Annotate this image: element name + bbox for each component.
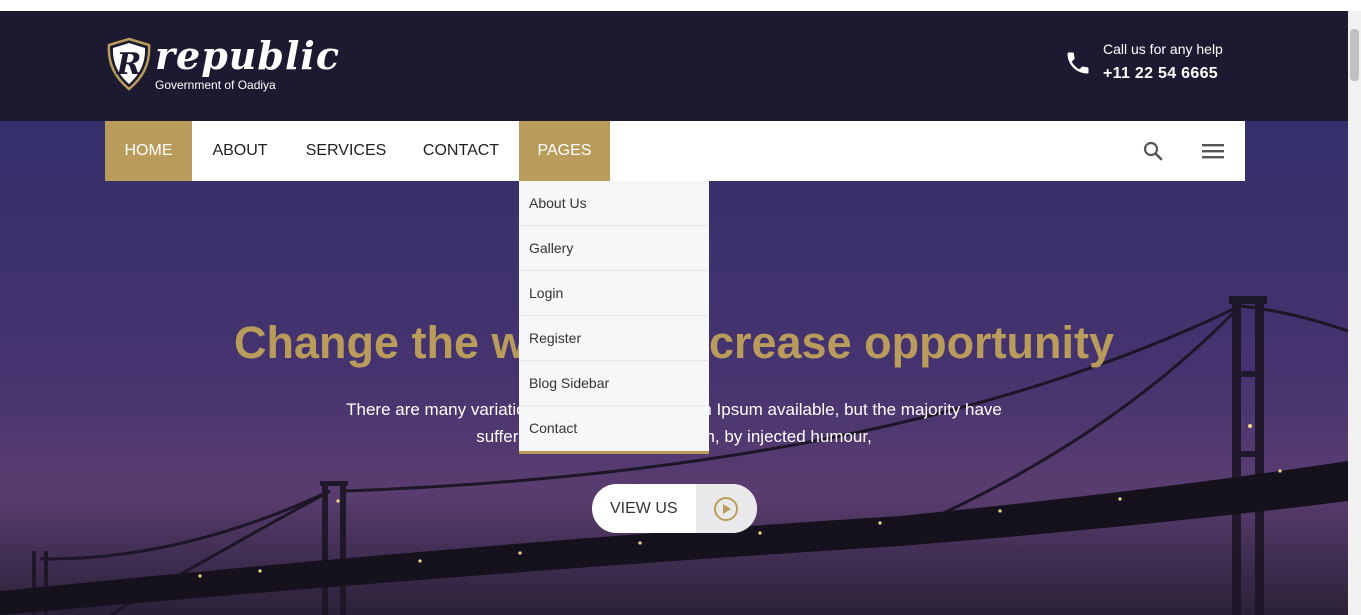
hamburger-menu-icon[interactable] [1200, 139, 1226, 163]
phone-icon [1067, 52, 1089, 74]
site-header: R republic Government of Oadiya Call us … [0, 11, 1348, 121]
play-icon [714, 497, 738, 521]
phone-number[interactable]: +11 22 54 6665 [1103, 65, 1218, 83]
nav-contact[interactable]: CONTACT [404, 121, 518, 181]
nav-services[interactable]: SERVICES [288, 121, 404, 181]
site-logo[interactable]: R republic Government of Oadiya [105, 35, 339, 97]
dropdown-item-register[interactable]: Register [519, 316, 709, 361]
search-icon[interactable] [1141, 139, 1165, 163]
dropdown-item-gallery[interactable]: Gallery [519, 226, 709, 271]
dropdown-item-contact[interactable]: Contact [519, 406, 709, 451]
view-us-label: VIEW US [610, 500, 678, 517]
scrollbar-thumb[interactable] [1350, 29, 1359, 81]
view-us-icon-wrap [696, 484, 757, 533]
dropdown-item-blog-sidebar[interactable]: Blog Sidebar [519, 361, 709, 406]
browser-top-strip [0, 0, 1348, 11]
call-block: Call us for any help +11 22 54 6665 [1064, 41, 1244, 89]
nav-pages[interactable]: PAGES [519, 121, 610, 181]
page-scrollbar[interactable] [1348, 11, 1361, 615]
main-navigation: HOME ABOUT SERVICES CONTACT PAGES [105, 121, 1245, 181]
pages-dropdown-menu: About Us Gallery Login Register Blog Sid… [519, 181, 709, 454]
logo-tagline: Government of Oadiya [155, 78, 276, 92]
dropdown-item-about-us[interactable]: About Us [519, 181, 709, 226]
svg-text:R: R [116, 47, 142, 82]
nav-home[interactable]: HOME [105, 121, 192, 181]
call-label: Call us for any help [1103, 41, 1223, 57]
logo-wordmark: republic [155, 33, 340, 78]
logo-shield-icon: R [107, 37, 151, 91]
dropdown-item-login[interactable]: Login [519, 271, 709, 316]
view-us-button[interactable]: VIEW US [592, 484, 757, 533]
nav-about[interactable]: ABOUT [192, 121, 288, 181]
